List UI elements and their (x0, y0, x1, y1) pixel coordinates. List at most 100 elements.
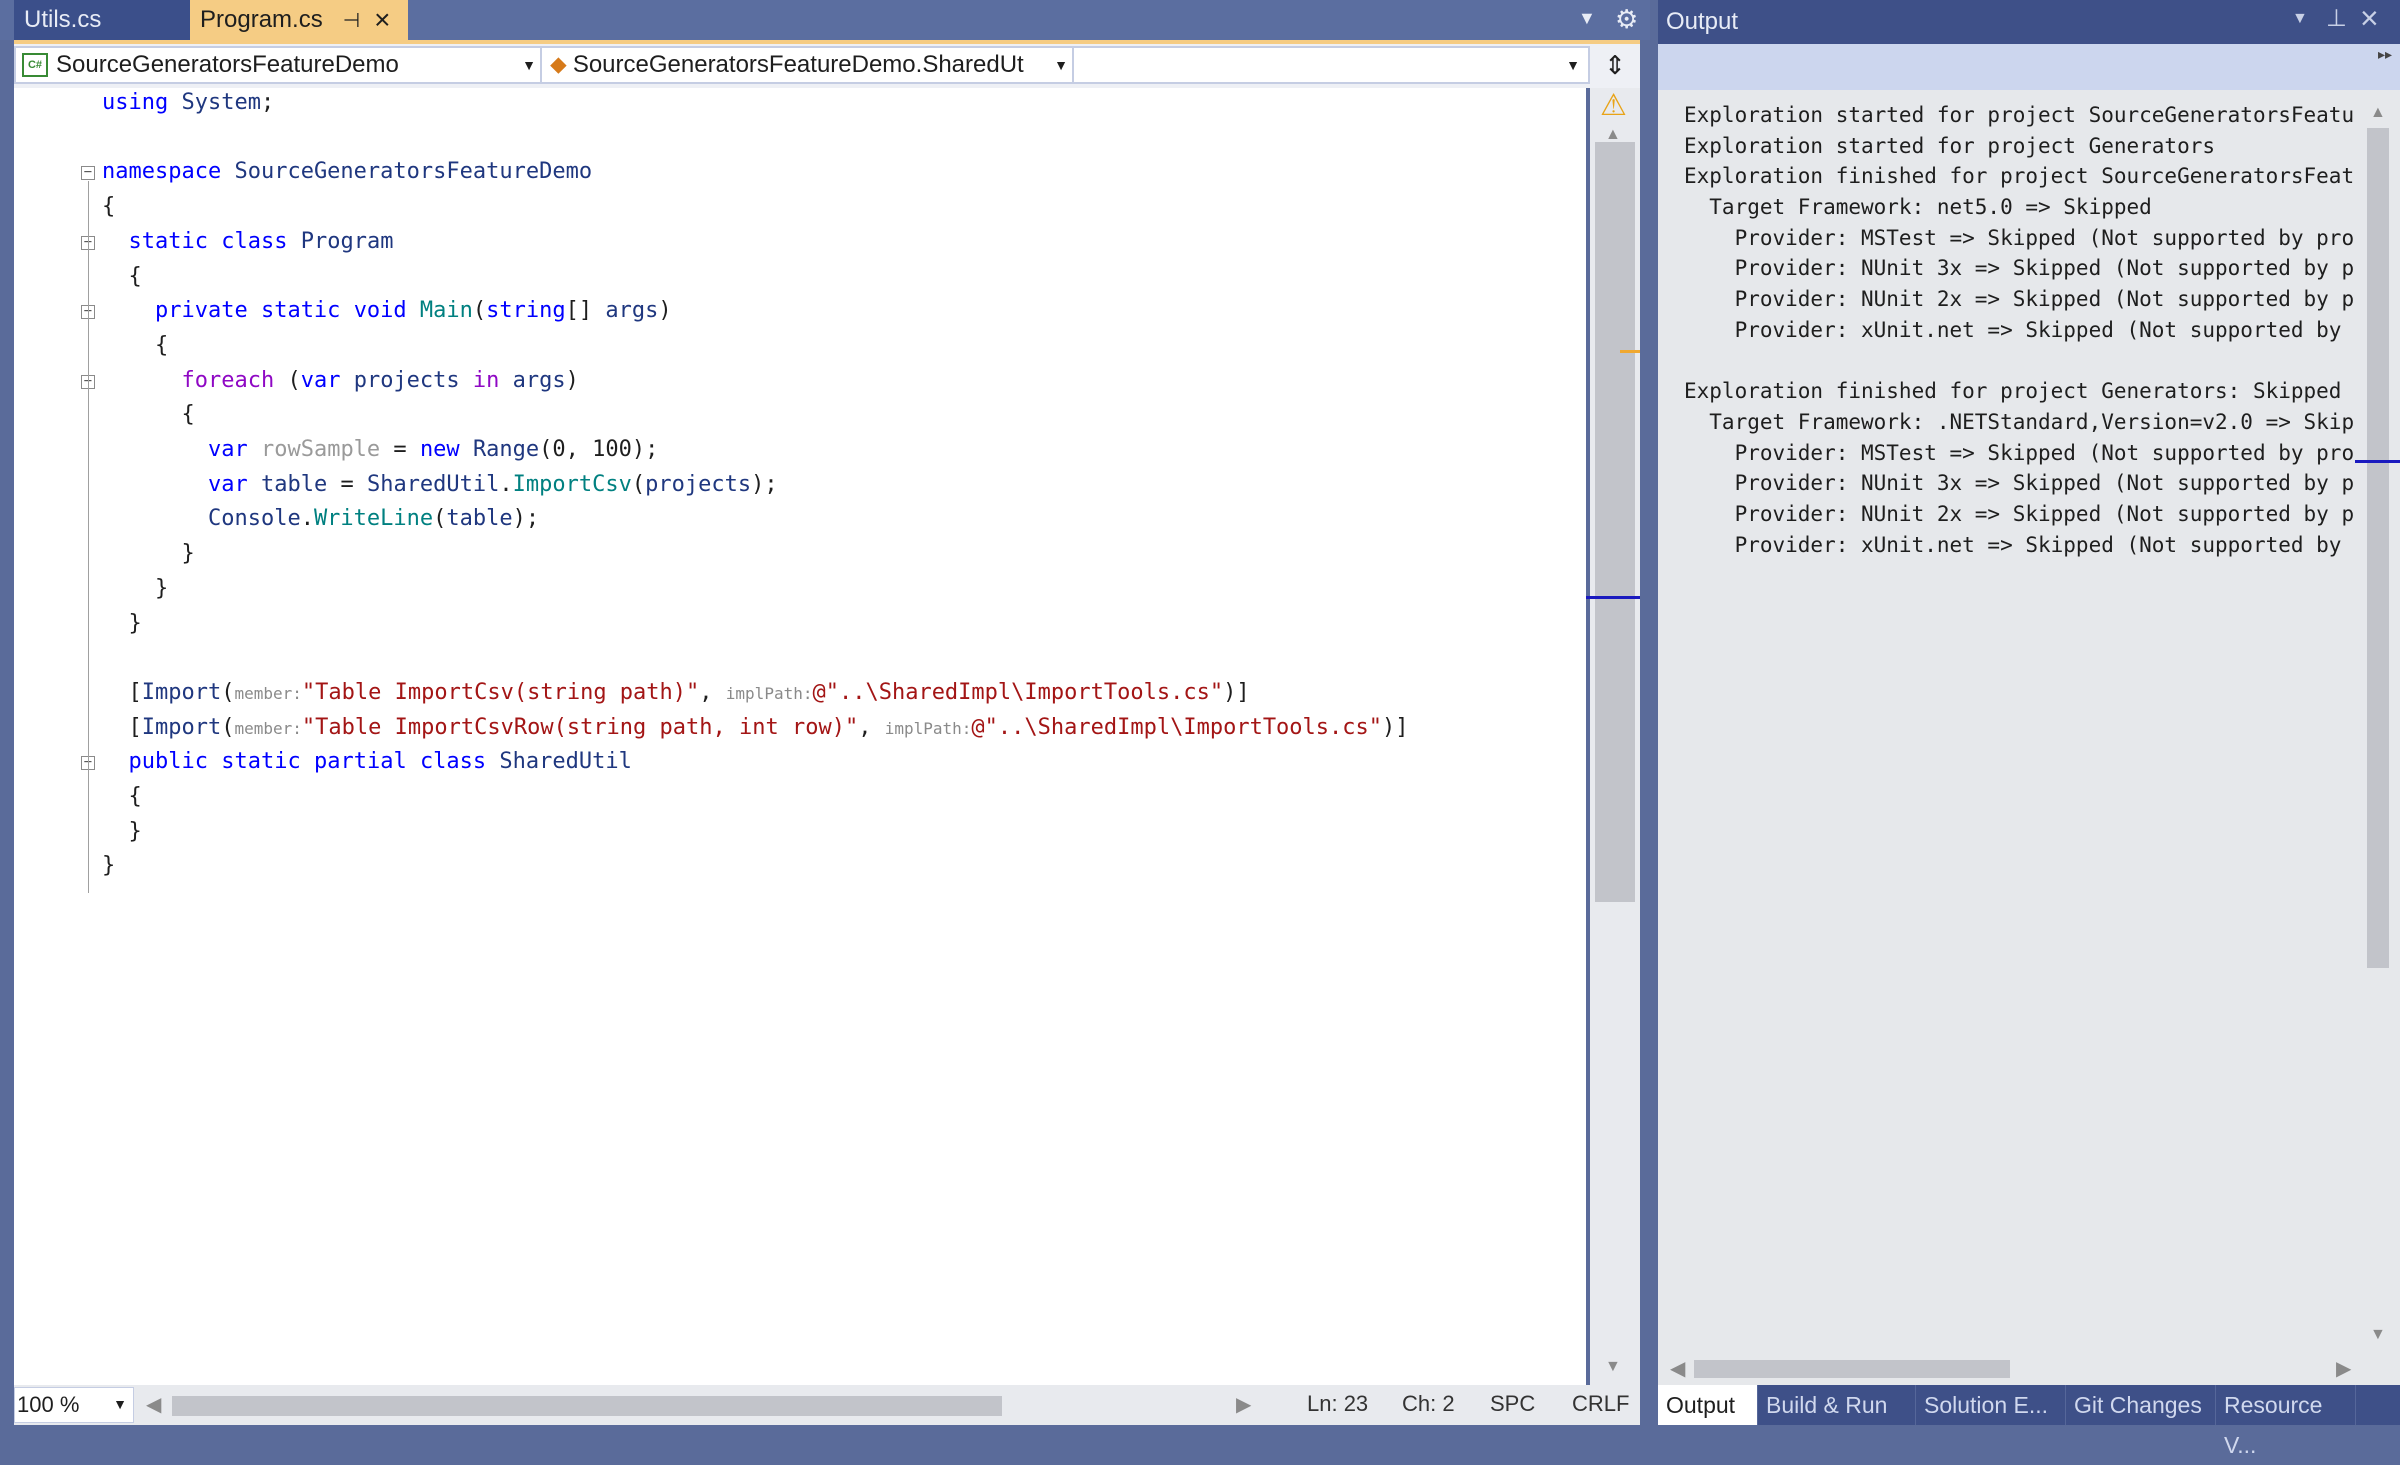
output-line: Exploration finished for project SourceG… (1684, 164, 2356, 189)
line-number-status[interactable]: Ln: 23 (1307, 1391, 1368, 1417)
output-title: Output (1666, 8, 1739, 35)
output-title-bar: Output (1658, 0, 2400, 44)
inlay-hint: implPath: (884, 718, 972, 738)
output-line: Provider: NUnit 3x => Skipped (Not suppo… (1734, 471, 2356, 496)
chevron-down-icon: ▼ (1566, 57, 1580, 73)
tab-program-cs[interactable]: Program.cs ⊣ × (190, 0, 408, 40)
member-dropdown[interactable]: ▼ (1072, 46, 1590, 84)
scroll-down-icon[interactable]: ▼ (1605, 1358, 1621, 1376)
overflow-icon[interactable]: ▸▸ (2378, 46, 2392, 63)
tool-tab-solution-e[interactable]: Solution E... (1916, 1385, 2066, 1425)
code-line[interactable]: } (102, 537, 194, 571)
output-toolbar (1658, 44, 2400, 90)
output-line: Exploration started for project Generato… (1684, 133, 2216, 158)
inlay-hint: member: (234, 718, 302, 738)
output-line: Provider: NUnit 2x => Skipped (Not suppo… (1734, 501, 2356, 526)
pin-icon[interactable]: ⊣ (343, 8, 360, 33)
output-line: Provider: MSTest => Skipped (Not support… (1684, 225, 2356, 250)
type-dropdown[interactable]: ⬥ SourceGeneratorsFeatureDemo.SharedUt ▼ (540, 46, 1078, 84)
horizontal-scrollbar-thumb[interactable] (172, 1396, 1002, 1416)
scrollbar-caret-marker (1586, 596, 1640, 599)
code-line[interactable]: static class Program (102, 225, 394, 259)
chevron-down-icon[interactable]: ▼ (1578, 8, 1596, 29)
class-icon: ⬥ (550, 51, 567, 78)
line-ending-status[interactable]: CRLF (1572, 1391, 1629, 1417)
code-line[interactable]: [Import(member:"Table ImportCsv(string p… (102, 676, 1249, 710)
output-line: Exploration started for project SourceGe… (1684, 103, 2356, 127)
code-line[interactable]: } (102, 849, 115, 883)
tool-tab-git-changes[interactable]: Git Changes (2066, 1385, 2216, 1425)
code-line[interactable]: foreach (var projects in args) (102, 364, 578, 398)
scroll-left-icon[interactable]: ◀ (146, 1392, 161, 1417)
code-line[interactable]: var table = SharedUtil.ImportCsv(project… (102, 468, 778, 502)
project-dropdown-value: SourceGeneratorsFeatureDemo (56, 51, 399, 78)
output-line: Provider: NUnit 3x => Skipped (Not suppo… (1734, 256, 2356, 281)
scrollbar-warning-marker (1620, 350, 1640, 353)
close-icon[interactable]: × (2360, 0, 2379, 37)
code-line[interactable]: [Import(member:"Table ImportCsvRow(strin… (102, 711, 1408, 745)
code-line[interactable]: var rowSample = new Range(0, 100); (102, 433, 658, 467)
chevron-down-icon[interactable]: ▼ (2292, 10, 2308, 28)
scroll-left-icon[interactable]: ◀ (1670, 1356, 1685, 1381)
warning-icon[interactable]: ⚠ (1600, 88, 1627, 123)
indent-status[interactable]: SPC (1490, 1391, 1535, 1417)
output-line: Provider: NUnit 2x => Skipped (Not suppo… (1734, 287, 2356, 312)
outline-guide (88, 181, 89, 893)
gear-icon[interactable]: ⚙ (1615, 4, 1638, 35)
output-line: Exploration finished for project Generat… (1684, 379, 2342, 404)
type-dropdown-value: SourceGeneratorsFeatureDemo.SharedUt (572, 51, 1024, 78)
tool-tab-output[interactable]: Output (1658, 1385, 1758, 1425)
output-text: Exploration started for project SourceGe… (1684, 100, 2356, 560)
tab-label: Program.cs (200, 6, 323, 33)
tab-label: Utils.cs (24, 6, 102, 33)
code-line[interactable]: } (102, 572, 168, 606)
char-status[interactable]: Ch: 2 (1402, 1391, 1455, 1417)
scroll-right-icon[interactable]: ▶ (2336, 1356, 2351, 1381)
code-line[interactable]: public static partial class SharedUtil (102, 745, 632, 779)
inlay-hint: implPath: (725, 683, 813, 703)
zoom-dropdown[interactable]: 100 % ▼ (14, 1387, 134, 1423)
code-line[interactable]: { (102, 780, 141, 814)
code-line[interactable]: { (102, 190, 115, 224)
code-line[interactable]: using System; (102, 86, 274, 120)
scrollbar-caret-marker (2355, 460, 2400, 463)
zoom-value: 100 % (17, 1392, 80, 1417)
tool-tab-build-run[interactable]: Build & Run (1758, 1385, 1916, 1425)
code-line[interactable]: Console.WriteLine(table); (102, 502, 539, 536)
chevron-down-icon: ▼ (113, 1396, 127, 1412)
code-line[interactable]: { (102, 398, 194, 432)
code-line[interactable]: { (102, 260, 141, 294)
tab-utils-cs[interactable]: Utils.cs (14, 0, 190, 40)
scroll-down-icon[interactable]: ▼ (2370, 1326, 2386, 1344)
tool-tab-resource-v[interactable]: Resource V... (2216, 1385, 2356, 1458)
output-line: Provider: xUnit.net => Skipped (Not supp… (1734, 532, 2356, 557)
code-line[interactable]: private static void Main(string[] args) (102, 294, 672, 328)
close-icon[interactable]: × (374, 6, 390, 34)
navigation-bar: C# SourceGeneratorsFeatureDemo ▼ ⬥ Sourc… (14, 44, 1640, 88)
output-line: Provider: xUnit.net => Skipped (Not supp… (1734, 317, 2356, 342)
collapse-region-icon[interactable]: − (81, 165, 95, 181)
output-content[interactable]: Exploration started for project SourceGe… (1658, 90, 2400, 1385)
output-line: Target Framework: .NETStandard,Version=v… (1684, 409, 2356, 434)
split-icon: ⇕ (1604, 49, 1626, 80)
chevron-down-icon: ▼ (522, 57, 536, 73)
tool-window-tabs: Output Build & Run Solution E... Git Change… (1658, 1385, 2400, 1458)
scroll-right-icon[interactable]: ▶ (1236, 1392, 1251, 1417)
inlay-hint: member: (234, 683, 302, 703)
project-dropdown[interactable]: C# SourceGeneratorsFeatureDemo ▼ (14, 46, 546, 84)
output-line: Target Framework: net5.0 => Skipped (1684, 195, 2152, 220)
scrollbar-thumb[interactable] (1595, 142, 1635, 902)
split-window-button[interactable]: ⇕ (1590, 46, 1640, 84)
code-line[interactable]: { (102, 329, 168, 363)
scroll-up-icon[interactable]: ▲ (2370, 104, 2386, 122)
output-scrollbar-thumb[interactable] (2367, 128, 2389, 968)
chevron-down-icon: ▼ (1054, 57, 1068, 73)
code-editor[interactable]: using System; namespace SourceGeneratorsF… (14, 88, 1586, 1385)
code-line[interactable]: } (102, 607, 141, 641)
csharp-project-icon: C# (22, 53, 48, 77)
output-horizontal-scrollbar-thumb[interactable] (1694, 1360, 2010, 1378)
pin-icon[interactable]: ⊥ (2326, 4, 2347, 33)
code-line[interactable]: } (102, 815, 141, 849)
code-line[interactable]: namespace SourceGeneratorsFeatureDemo (102, 155, 592, 189)
